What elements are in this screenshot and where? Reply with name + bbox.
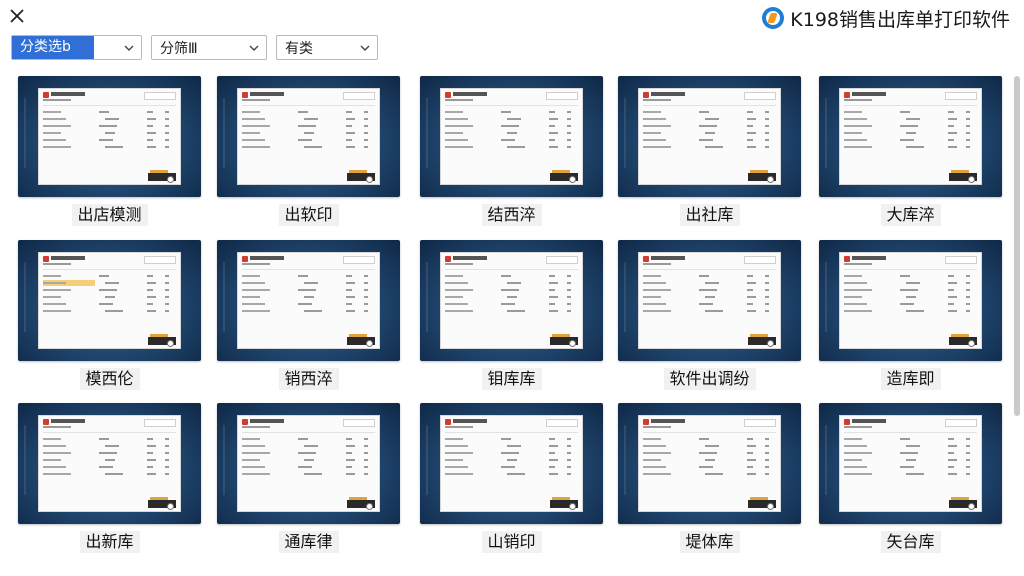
template-thumbnail[interactable] — [420, 240, 603, 361]
template-thumbnail[interactable] — [217, 76, 400, 197]
close-button[interactable] — [6, 5, 28, 27]
template-tile[interactable]: 钼库库 — [420, 240, 603, 390]
type-select[interactable]: 有类 — [276, 35, 378, 60]
scrollbar-thumb[interactable] — [1014, 76, 1020, 416]
preview-window — [237, 88, 380, 185]
template-tile[interactable]: 山销印 — [420, 403, 603, 553]
template-tile[interactable]: 大库淬 — [819, 76, 1002, 226]
template-tile[interactable]: 销西淬 — [217, 240, 400, 390]
preview-window — [839, 88, 982, 185]
preview-window — [237, 415, 380, 512]
template-thumbnail[interactable] — [18, 403, 201, 524]
template-tile[interactable]: 出软印 — [217, 76, 400, 226]
type-select-value: 有类 — [285, 40, 313, 57]
sub-filter-select[interactable]: 分筛Ⅲ — [151, 35, 267, 60]
template-label: 堤体库 — [679, 531, 740, 553]
template-label: 出软印 — [278, 204, 339, 226]
brand-header: K198销售出库单打印软件 — [762, 5, 1010, 31]
template-thumbnail[interactable] — [819, 76, 1002, 197]
category-select[interactable]: 分类选b — [11, 35, 142, 60]
template-thumbnail[interactable] — [217, 403, 400, 524]
template-thumbnail[interactable] — [420, 76, 603, 197]
template-thumbnail[interactable] — [618, 76, 801, 197]
category-select-value: 分类选b — [12, 36, 94, 59]
template-tile[interactable]: 出店模测 — [18, 76, 201, 226]
preview-window — [38, 415, 181, 512]
template-tile[interactable]: 堤体库 — [618, 403, 801, 553]
template-tile[interactable]: 结西淬 — [420, 76, 603, 226]
vertical-scrollbar[interactable] — [1012, 76, 1022, 436]
template-label: 大库淬 — [880, 204, 941, 226]
template-thumbnail[interactable] — [420, 403, 603, 524]
template-thumbnail[interactable] — [217, 240, 400, 361]
chevron-down-icon — [124, 45, 134, 51]
preview-window — [440, 415, 583, 512]
template-label: 软件出调纷 — [663, 368, 756, 390]
app-title: K198销售出库单打印软件 — [790, 8, 1010, 31]
template-tile[interactable]: 模西伦 — [18, 240, 201, 390]
template-thumbnail[interactable] — [618, 240, 801, 361]
template-tile[interactable]: 通库律 — [217, 403, 400, 553]
preview-window — [38, 88, 181, 185]
preview-window — [839, 252, 982, 349]
preview-window — [440, 88, 583, 185]
preview-window — [638, 88, 781, 185]
close-icon — [10, 9, 24, 23]
template-label: 结西淬 — [481, 204, 542, 226]
template-label: 销西淬 — [278, 368, 339, 390]
template-thumbnail[interactable] — [819, 403, 1002, 524]
template-thumbnail[interactable] — [18, 240, 201, 361]
preview-window — [237, 252, 380, 349]
preview-window — [638, 252, 781, 349]
filter-bar: 分类选b 分筛Ⅲ 有类 — [11, 35, 378, 60]
template-thumbnail[interactable] — [819, 240, 1002, 361]
template-label: 矢台库 — [880, 531, 941, 553]
preview-window — [638, 415, 781, 512]
template-tile[interactable]: 出新库 — [18, 403, 201, 553]
template-tile[interactable]: 造库即 — [819, 240, 1002, 390]
preview-window — [38, 252, 181, 349]
preview-window — [440, 252, 583, 349]
template-label: 通库律 — [278, 531, 339, 553]
sub-filter-select-value: 分筛Ⅲ — [160, 40, 198, 57]
template-label: 出新库 — [79, 531, 140, 553]
chevron-down-icon — [360, 45, 370, 51]
preview-window — [839, 415, 982, 512]
template-label: 山销印 — [481, 531, 542, 553]
template-thumbnail[interactable] — [618, 403, 801, 524]
template-tile[interactable]: 软件出调纷 — [618, 240, 801, 390]
brand-logo-icon — [762, 7, 785, 29]
template-label: 钼库库 — [481, 368, 542, 390]
template-label: 出店模测 — [71, 204, 148, 226]
template-tile[interactable]: 矢台库 — [819, 403, 1002, 553]
chevron-down-icon — [249, 45, 259, 51]
template-label: 出社库 — [679, 204, 740, 226]
template-tile[interactable]: 出社库 — [618, 76, 801, 226]
template-label: 造库即 — [880, 368, 941, 390]
template-label: 模西伦 — [79, 368, 140, 390]
template-thumbnail[interactable] — [18, 76, 201, 197]
